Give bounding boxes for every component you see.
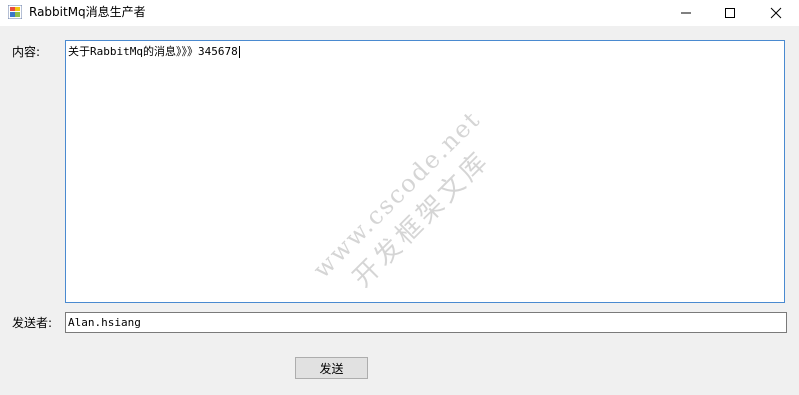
maximize-icon [725, 8, 735, 18]
sender-input[interactable]: Alan.hsiang [65, 312, 787, 333]
app-window: RabbitMq消息生产者 内容: 关于RabbitMq的消息》》》345678… [0, 0, 799, 395]
sender-value: Alan.hsiang [68, 316, 141, 329]
maximize-button[interactable] [707, 0, 753, 26]
sender-label: 发送者: [12, 316, 53, 330]
close-icon [770, 7, 782, 19]
minimize-icon [681, 12, 691, 14]
title-bar[interactable]: RabbitMq消息生产者 [0, 0, 799, 26]
text-caret [238, 46, 240, 58]
minimize-button[interactable] [663, 0, 709, 26]
content-textarea[interactable]: 关于RabbitMq的消息》》》345678 [65, 40, 785, 303]
close-button[interactable] [753, 0, 799, 26]
app-icon [8, 5, 22, 19]
send-button[interactable]: 发送 [295, 357, 368, 379]
content-text: 关于RabbitMq的消息》》》345678 [68, 43, 240, 59]
content-value: 关于RabbitMq的消息》》》345678 [68, 45, 238, 58]
window-title: RabbitMq消息生产者 [29, 5, 146, 19]
content-label: 内容: [12, 45, 41, 59]
